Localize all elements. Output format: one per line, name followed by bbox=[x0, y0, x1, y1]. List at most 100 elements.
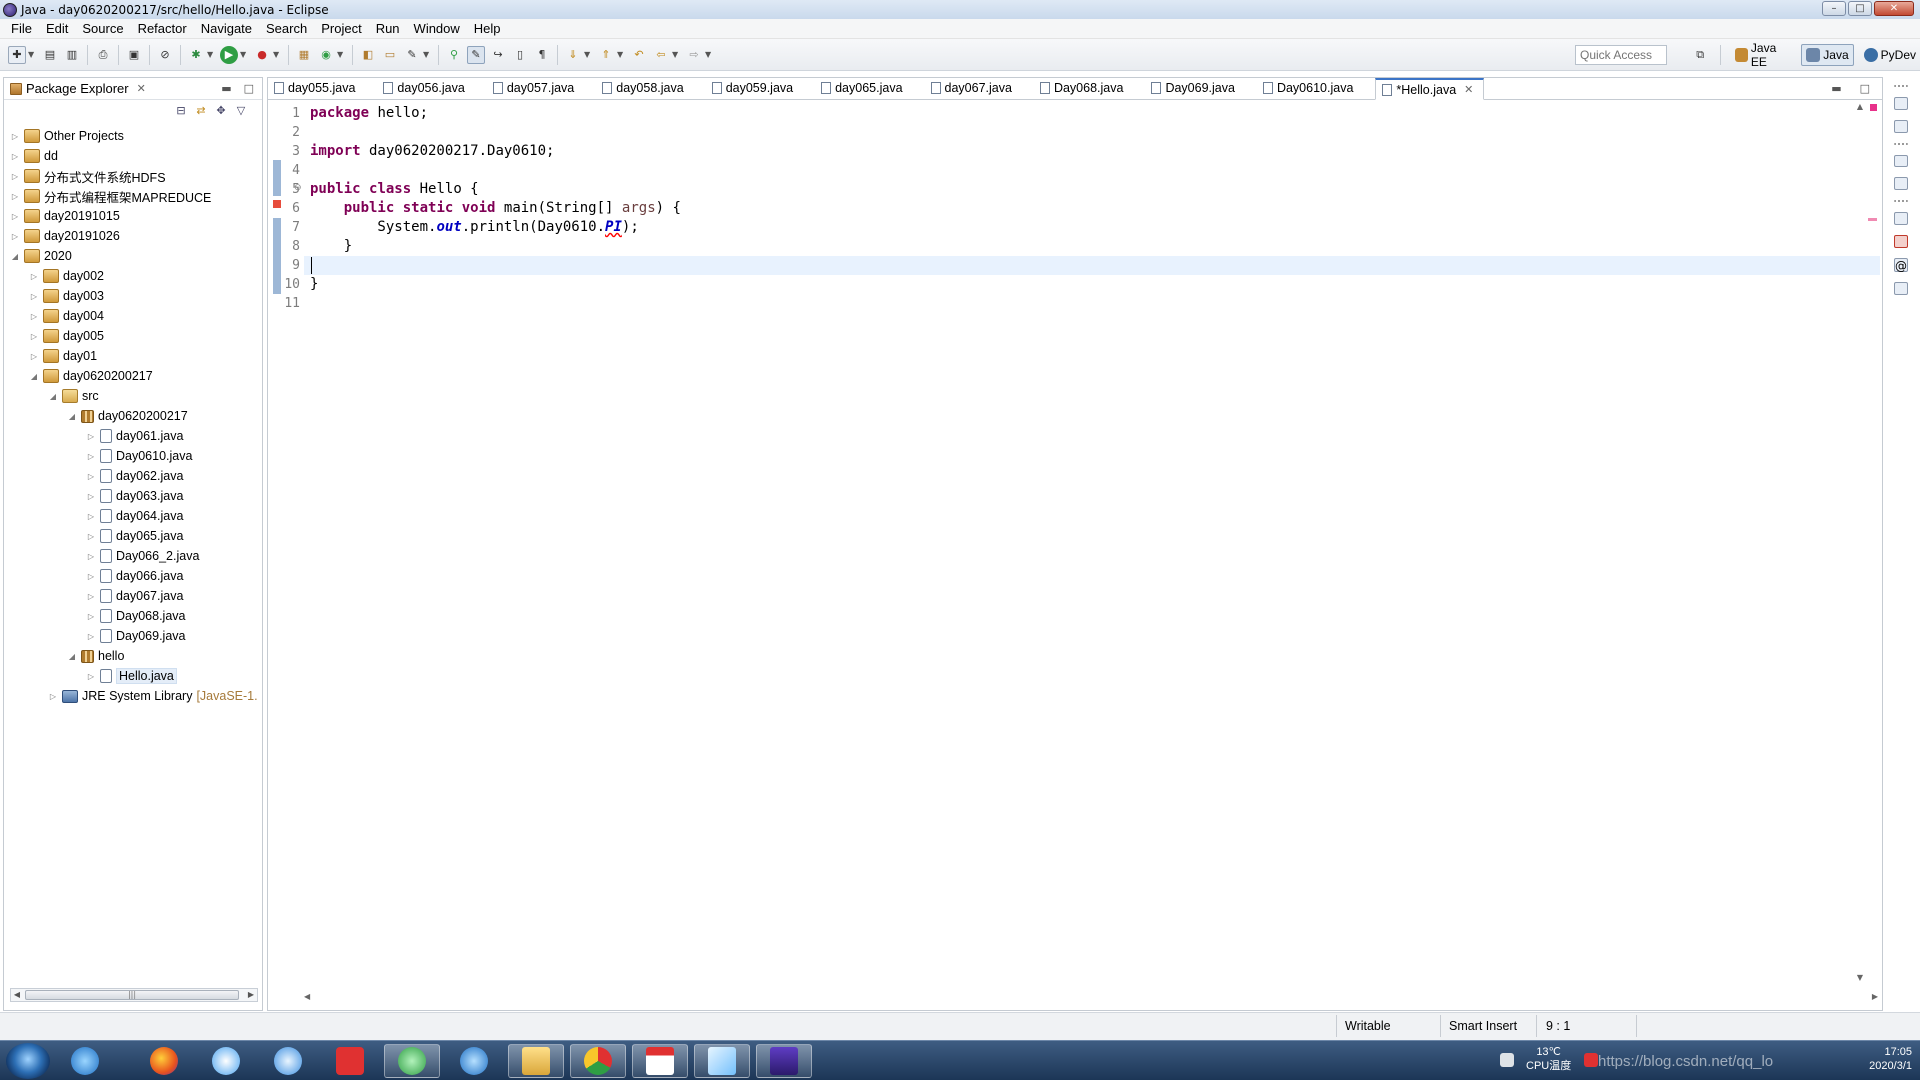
editor-tab[interactable]: Day069.java bbox=[1145, 77, 1245, 99]
javadoc-icon[interactable]: @ bbox=[1894, 258, 1908, 273]
error-overview-marker[interactable] bbox=[1868, 218, 1877, 221]
collapsed-icon[interactable]: ▷ bbox=[29, 332, 39, 341]
tree-item[interactable]: ▷ Day066_2.java bbox=[4, 546, 262, 566]
collapsed-icon[interactable]: ▷ bbox=[10, 152, 20, 161]
code-line[interactable]: public static void main(String[] args) { bbox=[310, 199, 681, 218]
view-menu-icon[interactable]: ▽ bbox=[234, 104, 248, 118]
debug-icon[interactable]: ✱ bbox=[187, 46, 205, 64]
collapsed-icon[interactable]: ▷ bbox=[29, 292, 39, 301]
scroll-left-icon[interactable]: ◀ bbox=[12, 989, 22, 1001]
code-line[interactable] bbox=[310, 294, 681, 313]
close-icon[interactable]: ✕ bbox=[137, 82, 146, 95]
tree-item[interactable]: ▷ day004 bbox=[4, 306, 262, 326]
new-java-class-icon[interactable]: ◉ bbox=[317, 46, 335, 64]
tree-item[interactable]: ◢ hello bbox=[4, 646, 262, 666]
close-button[interactable]: ✕ bbox=[1874, 1, 1914, 16]
open-perspective-icon[interactable]: ⧉ bbox=[1692, 46, 1708, 64]
tree-item[interactable]: ▷ 分布式文件系统HDFS bbox=[4, 166, 262, 186]
code-line[interactable] bbox=[310, 123, 681, 142]
taskbar-chrome[interactable] bbox=[570, 1044, 626, 1078]
editor-tab[interactable]: day056.java bbox=[377, 77, 474, 99]
code-line[interactable]: } bbox=[310, 275, 681, 294]
collapse-all-icon[interactable]: ⊟ bbox=[174, 104, 188, 118]
toggle-highlight-icon[interactable]: ✎ bbox=[467, 45, 485, 64]
minimize-button[interactable]: – bbox=[1822, 1, 1846, 16]
problems-icon[interactable] bbox=[1894, 235, 1908, 249]
outline-restore-icon[interactable] bbox=[1894, 154, 1908, 168]
code-line[interactable] bbox=[310, 161, 681, 180]
start-button[interactable] bbox=[6, 1043, 50, 1079]
scroll-up-icon[interactable]: ▲ bbox=[1854, 102, 1866, 111]
link-with-editor-icon[interactable]: ⇄ bbox=[194, 104, 208, 118]
collapsed-icon[interactable]: ▷ bbox=[86, 532, 96, 541]
keyboard-icon[interactable] bbox=[1500, 1053, 1514, 1067]
expanded-icon[interactable]: ◢ bbox=[67, 652, 77, 661]
tree-item[interactable]: ◢ 2020 bbox=[4, 246, 262, 266]
tree-item[interactable]: ▷ day061.java bbox=[4, 426, 262, 446]
perspective-pydev[interactable]: PyDev bbox=[1860, 44, 1920, 66]
expanded-icon[interactable]: ◢ bbox=[10, 252, 20, 261]
run-icon[interactable]: ▶ bbox=[220, 45, 238, 64]
menu-refactor[interactable]: Refactor bbox=[131, 21, 194, 36]
collapsed-icon[interactable]: ▷ bbox=[48, 692, 58, 701]
collapsed-icon[interactable]: ▷ bbox=[86, 552, 96, 561]
editor-horizontal-scrollbar[interactable]: ◀ ▶ bbox=[304, 992, 1878, 1006]
maximize-editor-icon[interactable]: □ bbox=[1860, 82, 1870, 95]
fold-toggle-icon[interactable]: ⊖ bbox=[294, 183, 302, 193]
tree-item[interactable]: ▷ day005 bbox=[4, 326, 262, 346]
show-whitespace-icon[interactable]: ¶ bbox=[533, 46, 551, 64]
tree-item[interactable]: ▷ day063.java bbox=[4, 486, 262, 506]
scroll-right-icon[interactable]: ▶ bbox=[1872, 992, 1878, 1001]
maximize-view-icon[interactable]: □ bbox=[244, 82, 254, 95]
tree-item[interactable]: ◢ day0620200217 bbox=[4, 406, 262, 426]
collapsed-icon[interactable]: ▷ bbox=[86, 472, 96, 481]
tree-item[interactable]: ▷ Day0610.java bbox=[4, 446, 262, 466]
menu-help[interactable]: Help bbox=[467, 21, 508, 36]
scrollbar-thumb[interactable]: ||| bbox=[25, 990, 239, 1000]
tree-item[interactable]: ▷ day003 bbox=[4, 286, 262, 306]
tree-item[interactable]: ▷ Day068.java bbox=[4, 606, 262, 626]
chevron-down-icon[interactable]: ▼ bbox=[584, 50, 592, 59]
tree-item[interactable]: ▷ Other Projects bbox=[4, 126, 262, 146]
perspective-java-ee[interactable]: Java EE bbox=[1731, 41, 1795, 69]
scroll-down-icon[interactable]: ▼ bbox=[1854, 973, 1866, 982]
collapsed-icon[interactable]: ▷ bbox=[86, 512, 96, 521]
close-icon[interactable]: ✕ bbox=[1464, 83, 1473, 96]
tree-item[interactable]: ▷ day002 bbox=[4, 266, 262, 286]
taskbar-notepad[interactable] bbox=[694, 1044, 750, 1078]
collapsed-icon[interactable]: ▷ bbox=[86, 612, 96, 621]
outline-icon[interactable] bbox=[1894, 177, 1908, 191]
chevron-down-icon[interactable]: ▼ bbox=[337, 50, 345, 59]
tree-item[interactable]: ◢ day0620200217 bbox=[4, 366, 262, 386]
editor-tab[interactable]: day059.java bbox=[706, 77, 803, 99]
taskbar-360-update[interactable] bbox=[384, 1044, 440, 1078]
collapsed-icon[interactable]: ▷ bbox=[86, 672, 96, 681]
chevron-down-icon[interactable]: ▼ bbox=[28, 50, 36, 59]
collapsed-icon[interactable]: ▷ bbox=[86, 632, 96, 641]
error-summary-icon[interactable] bbox=[1870, 104, 1877, 111]
tree-item[interactable]: ▷ day065.java bbox=[4, 526, 262, 546]
collapsed-icon[interactable]: ▷ bbox=[86, 572, 96, 581]
editor-tab[interactable]: Day068.java bbox=[1034, 77, 1134, 99]
coverage-icon[interactable]: ● bbox=[253, 46, 271, 64]
collapsed-icon[interactable]: ▷ bbox=[86, 452, 96, 461]
menu-search[interactable]: Search bbox=[259, 21, 314, 36]
new-java-package-icon[interactable]: ▦ bbox=[295, 46, 313, 64]
code-line[interactable]: package hello; bbox=[310, 104, 681, 123]
collapsed-icon[interactable]: ▷ bbox=[86, 492, 96, 501]
chevron-down-icon[interactable]: ▼ bbox=[705, 50, 713, 59]
scroll-left-icon[interactable]: ◀ bbox=[304, 992, 310, 1001]
tree-item[interactable]: ▷ JRE System Library [JavaSE-1. bbox=[4, 686, 262, 706]
expanded-icon[interactable]: ◢ bbox=[67, 412, 77, 421]
new-icon[interactable]: ✚ bbox=[8, 45, 26, 64]
perspective-java[interactable]: Java bbox=[1801, 44, 1854, 66]
chevron-down-icon[interactable]: ▼ bbox=[423, 50, 431, 59]
collapsed-icon[interactable]: ▷ bbox=[10, 132, 20, 141]
code-editor[interactable]: 1 2 3 4 5 6 7 8 9 10 11 ⊖ package hello; import da… bbox=[268, 100, 1882, 984]
taskbar-youdao[interactable] bbox=[322, 1044, 378, 1078]
tree-item[interactable]: ▷ day064.java bbox=[4, 506, 262, 526]
editor-tab[interactable]: day055.java bbox=[268, 77, 365, 99]
expanded-icon[interactable]: ◢ bbox=[29, 372, 39, 381]
tree-item[interactable]: ▷ dd bbox=[4, 146, 262, 166]
chevron-down-icon[interactable]: ▼ bbox=[617, 50, 625, 59]
